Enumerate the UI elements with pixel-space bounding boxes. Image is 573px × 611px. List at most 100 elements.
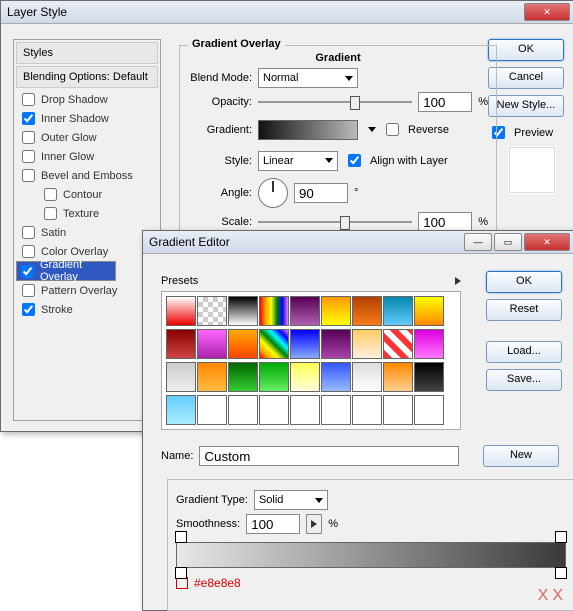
smoothness-menu-icon[interactable] (306, 514, 322, 534)
preset-swatch[interactable] (414, 362, 444, 392)
preset-swatch[interactable] (352, 329, 382, 359)
preset-swatch[interactable] (383, 296, 413, 326)
style-item-inner-glow[interactable]: Inner Glow (16, 147, 158, 166)
color-stop-right[interactable] (555, 567, 567, 579)
style-checkbox[interactable] (22, 112, 35, 125)
new-style-button[interactable]: New Style... (488, 95, 564, 117)
preset-swatch[interactable] (414, 296, 444, 326)
preset-swatch[interactable] (259, 329, 289, 359)
preview-checkbox[interactable]: Preview (488, 123, 564, 142)
presets-menu-icon[interactable] (455, 277, 461, 285)
style-checkbox[interactable] (44, 207, 57, 220)
opacity-stop-right[interactable] (555, 531, 567, 543)
align-checkbox[interactable]: Align with Layer (344, 151, 448, 170)
preset-swatch[interactable] (259, 296, 289, 326)
gradient-picker[interactable] (258, 120, 358, 140)
preset-swatch[interactable] (383, 362, 413, 392)
preset-swatch[interactable] (321, 296, 351, 326)
style-checkbox[interactable] (44, 188, 57, 201)
preset-swatch[interactable] (352, 296, 382, 326)
preset-swatch[interactable] (290, 362, 320, 392)
smoothness-label: Smoothness: (176, 518, 240, 530)
preset-swatch[interactable] (197, 329, 227, 359)
preset-swatch[interactable] (290, 395, 320, 425)
preset-swatch[interactable] (197, 296, 227, 326)
opacity-slider[interactable] (258, 93, 412, 111)
color-stop-left[interactable] (175, 567, 187, 579)
reverse-checkbox[interactable]: Reverse (382, 120, 449, 139)
ge-save-button[interactable]: Save... (486, 369, 562, 391)
preset-swatch[interactable] (321, 362, 351, 392)
layer-style-titlebar[interactable]: Layer Style ✕ (1, 1, 573, 24)
gradient-type-select[interactable]: Solid (254, 490, 328, 510)
style-checkbox[interactable] (22, 150, 35, 163)
style-item-drop-shadow[interactable]: Drop Shadow (16, 90, 158, 109)
opacity-field[interactable] (418, 92, 472, 112)
preset-swatch[interactable] (383, 395, 413, 425)
scale-field[interactable] (418, 212, 472, 232)
cancel-button[interactable]: Cancel (488, 67, 564, 89)
preset-swatch[interactable] (290, 329, 320, 359)
preset-swatch[interactable] (352, 362, 382, 392)
blending-options-header[interactable]: Blending Options: Default (16, 66, 158, 88)
angle-knob[interactable] (258, 178, 288, 208)
style-label: Color Overlay (41, 246, 108, 258)
ge-reset-button[interactable]: Reset (486, 299, 562, 321)
style-checkbox[interactable] (22, 131, 35, 144)
gradient-editor-titlebar[interactable]: Gradient Editor — ▭ ✕ (143, 231, 573, 254)
preset-swatch[interactable] (166, 362, 196, 392)
style-item-satin[interactable]: Satin (16, 223, 158, 242)
preset-swatch[interactable] (228, 296, 258, 326)
scale-slider[interactable] (258, 213, 412, 231)
blend-mode-select[interactable]: Normal (258, 68, 358, 88)
preset-swatch[interactable] (197, 395, 227, 425)
style-item-stroke[interactable]: Stroke (16, 300, 158, 319)
ge-new-button[interactable]: New (483, 445, 559, 467)
preset-swatch[interactable] (321, 329, 351, 359)
gradient-bar[interactable] (176, 542, 566, 568)
preset-swatch[interactable] (197, 362, 227, 392)
preset-swatch[interactable] (228, 329, 258, 359)
preset-swatch[interactable] (383, 329, 413, 359)
ok-button[interactable]: OK (488, 39, 564, 61)
preset-swatch[interactable] (414, 395, 444, 425)
preset-swatch[interactable] (321, 395, 351, 425)
style-checkbox[interactable] (22, 245, 35, 258)
ge-ok-button[interactable]: OK (486, 271, 562, 293)
chevron-down-icon[interactable] (368, 127, 376, 132)
style-checkbox[interactable] (22, 284, 35, 297)
style-checkbox[interactable] (22, 169, 35, 182)
preset-swatch[interactable] (228, 362, 258, 392)
style-item-outer-glow[interactable]: Outer Glow (16, 128, 158, 147)
style-item-inner-shadow[interactable]: Inner Shadow (16, 109, 158, 128)
angle-field[interactable] (294, 183, 348, 203)
styles-header[interactable]: Styles (16, 42, 158, 64)
style-item-gradient-overlay[interactable]: Gradient Overlay (16, 261, 116, 281)
preset-swatch[interactable] (259, 362, 289, 392)
preset-swatch[interactable] (414, 329, 444, 359)
style-select[interactable]: Linear (258, 151, 338, 171)
preset-swatch[interactable] (166, 395, 196, 425)
preset-swatch[interactable] (166, 329, 196, 359)
minimize-icon[interactable]: — (464, 233, 492, 251)
style-item-pattern-overlay[interactable]: Pattern Overlay (16, 281, 158, 300)
preset-swatch[interactable] (290, 296, 320, 326)
preset-swatch[interactable] (228, 395, 258, 425)
preset-swatch[interactable] (352, 395, 382, 425)
maximize-icon[interactable]: ▭ (494, 233, 522, 251)
preset-swatch[interactable] (259, 395, 289, 425)
style-checkbox[interactable] (21, 265, 34, 278)
preset-swatch[interactable] (166, 296, 196, 326)
style-checkbox[interactable] (22, 226, 35, 239)
ge-load-button[interactable]: Load... (486, 341, 562, 363)
smoothness-field[interactable] (246, 514, 300, 534)
name-field[interactable] (199, 446, 459, 466)
style-item-contour[interactable]: Contour (16, 185, 158, 204)
style-item-texture[interactable]: Texture (16, 204, 158, 223)
style-checkbox[interactable] (22, 93, 35, 106)
close-icon[interactable]: ✕ (524, 233, 570, 251)
close-icon[interactable]: ✕ (524, 3, 570, 21)
style-item-bevel-and-emboss[interactable]: Bevel and Emboss (16, 166, 158, 185)
style-checkbox[interactable] (22, 303, 35, 316)
opacity-stop-left[interactable] (175, 531, 187, 543)
